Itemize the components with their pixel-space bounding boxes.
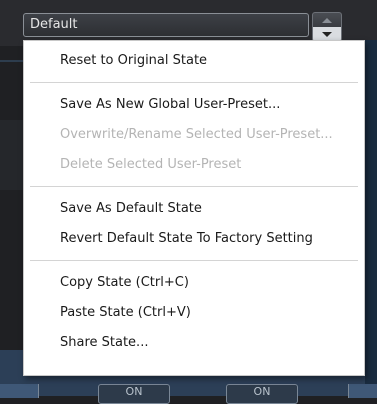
menu-item-revert-factory[interactable]: Revert Default State To Factory Setting — [24, 224, 364, 254]
chevron-down-icon[interactable] — [313, 27, 341, 41]
menu-item-reset-original[interactable]: Reset to Original State — [24, 46, 364, 76]
menu-item-share-state[interactable]: Share State... — [24, 328, 364, 358]
preset-stepper[interactable] — [312, 12, 342, 42]
menu-item-save-global-preset[interactable]: Save As New Global User-Preset... — [24, 90, 364, 120]
menu-separator — [30, 82, 358, 83]
menu-item-overwrite-preset: Overwrite/Rename Selected User-Preset... — [60, 127, 333, 142]
menu-item-save-default[interactable]: Save As Default State — [24, 194, 364, 224]
chevron-up-icon[interactable] — [313, 13, 341, 27]
menu-item-copy-state[interactable]: Copy State (Ctrl+C) — [24, 268, 364, 298]
on-button-2[interactable]: ON — [226, 384, 298, 404]
preset-select[interactable]: Default — [23, 13, 309, 37]
menu-item-delete-preset: Delete Selected User-Preset — [60, 157, 242, 172]
plugin-side-panel — [365, 40, 377, 390]
preset-menu: Reset to Original State Save As New Glob… — [23, 40, 365, 376]
menu-item-paste-state[interactable]: Paste State (Ctrl+V) — [24, 298, 364, 328]
on-button-1[interactable]: ON — [98, 384, 170, 404]
menu-separator — [30, 186, 358, 187]
menu-separator — [30, 260, 358, 261]
